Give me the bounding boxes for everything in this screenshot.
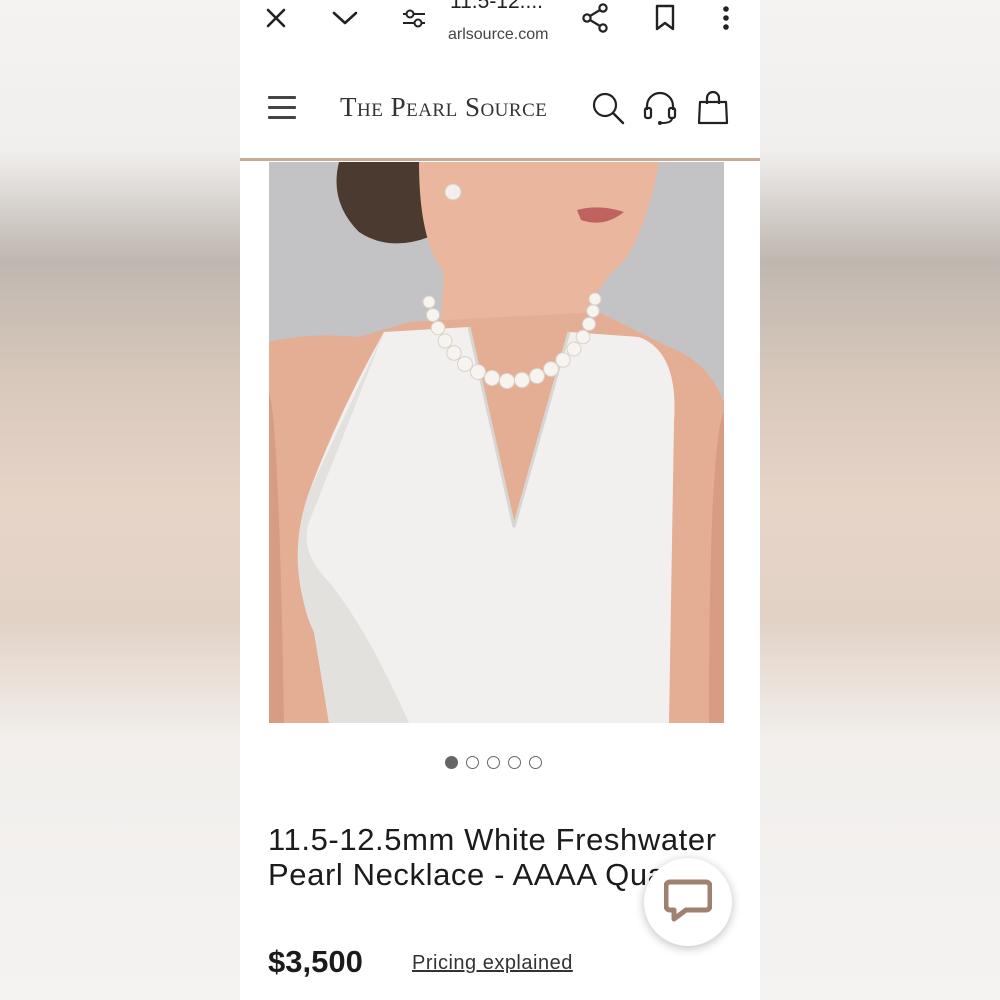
pricing-explained-link[interactable]: Pricing explained	[412, 952, 573, 975]
phone-screen: 11.5-12.... arlsource.com The Pearl Sour…	[240, 0, 760, 1000]
chevron-down-icon[interactable]	[330, 0, 360, 36]
search-icon[interactable]	[590, 90, 626, 131]
carousel-dot[interactable]	[445, 756, 458, 769]
shopping-bag-icon[interactable]	[696, 90, 730, 131]
headset-icon[interactable]	[642, 90, 678, 131]
carousel-dot[interactable]	[529, 756, 542, 769]
hamburger-icon[interactable]	[268, 96, 296, 120]
site-logo[interactable]: The Pearl Source	[340, 92, 547, 123]
carousel-dot[interactable]	[508, 756, 521, 769]
bookmark-icon[interactable]	[652, 0, 678, 36]
product-price: $3,500	[268, 944, 363, 979]
product-image[interactable]	[269, 162, 724, 723]
url-domain[interactable]: arlsource.com	[448, 26, 548, 44]
carousel-dots	[445, 756, 542, 769]
carousel-dot[interactable]	[487, 756, 500, 769]
tab-title[interactable]: 11.5-12....	[450, 0, 543, 14]
chat-button[interactable]	[644, 858, 732, 946]
tune-icon[interactable]	[400, 0, 428, 36]
carousel-dot[interactable]	[466, 756, 479, 769]
browser-toolbar: 11.5-12.... arlsource.com	[240, 0, 760, 59]
site-header: The Pearl Source	[240, 58, 760, 161]
chat-icon	[663, 878, 713, 927]
close-icon[interactable]	[262, 0, 290, 36]
more-vert-icon[interactable]	[718, 0, 734, 36]
share-icon[interactable]	[580, 0, 610, 36]
